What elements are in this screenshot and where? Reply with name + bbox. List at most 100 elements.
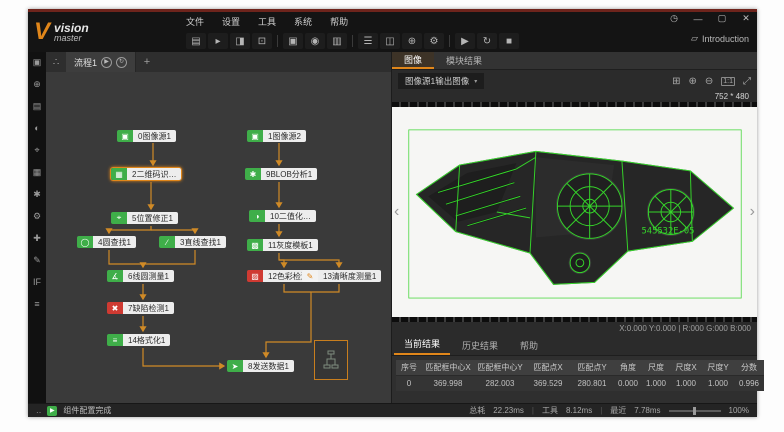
total-time-value: 22.23ms [493,406,524,415]
zoom-slider-thumb[interactable] [693,407,696,415]
node-label: 4圆查找1 [93,236,136,248]
deep-learning-icon[interactable]: ✱ [31,188,44,201]
flow-node-template[interactable]: ▩ 11灰度模板1 [246,238,319,252]
node-label: 11灰度模板1 [263,239,318,251]
minimap-flow-icon [323,350,339,370]
cell-scale: 1.000 [642,375,670,391]
flow-node-circle-find[interactable]: ◯ 4圆查找1 [76,235,137,249]
data-queue-icon[interactable]: ▥ [327,33,347,49]
save-icon[interactable]: ▤ [186,33,206,49]
defect-check-icon: ✖ [107,302,123,314]
flow-node-format[interactable]: ≡ 14格式化1 [106,333,171,347]
tool-category-sidebar: ▣ ⊕ ▤ ◐ ⌖ ▦ ✱ ⚙ ✚ ✎ IF ≡ [28,52,46,403]
flow-canvas[interactable]: ▣ 0图像源1 ▣ 1图像源2 ▦ 2二维码识… ✱ 9BLOB分析1 ⌖ [46,72,391,403]
cell-score: 0.996 [734,375,764,391]
col-scale-x: 尺度X [670,360,702,375]
run-once-icon[interactable]: ▶ [455,33,475,49]
inspected-part-image: 545532E-05 [399,113,751,311]
continuous-run-icon[interactable]: ↻ [477,33,497,49]
col-scale-y: 尺度Y [702,360,734,375]
restore-button[interactable]: ▢ [715,13,729,24]
zoom-out-icon[interactable]: ⊖ [705,76,713,87]
window-icon[interactable]: ▣ [283,33,303,49]
introduction-button[interactable]: ▱ Introduction [691,33,749,44]
menu-file[interactable]: 文件 [186,15,204,28]
minimap-widget[interactable] [314,340,348,380]
communication-tool-icon[interactable]: ≡ [31,298,44,311]
flow-node-position-fix[interactable]: ⌖ 5位置修正1 [110,211,179,225]
tab-image[interactable]: 图像 [392,52,434,69]
flow-node-line-find[interactable]: ∕ 3直线查找1 [158,235,227,249]
one-to-one-icon[interactable]: 1:1 [721,77,735,86]
flow-node-image-source-1[interactable]: ▣ 0图像源1 [116,129,177,143]
continuous-flow-icon[interactable]: ↻ [116,57,127,68]
layout-icon[interactable]: ⊡ [252,33,272,49]
previous-image-arrow[interactable]: ‹ [394,203,399,221]
cell-match-box-center-y: 282.003 [474,375,526,391]
tab-module-result[interactable]: 模块结果 [434,52,494,69]
logic-icon[interactable]: IF [31,276,44,289]
cell-scale-y: 1.000 [702,375,734,391]
image-source-icon: ▣ [117,130,133,142]
save-as-icon[interactable]: ◨ [230,33,250,49]
flow-node-line-circle-measure[interactable]: ∡ 6线圆测量1 [106,269,175,283]
node-label: 13清晰度测量1 [318,270,381,282]
color-icon[interactable]: ◐ [31,122,44,135]
flow-node-binarize[interactable]: ◑ 10二值化… [248,209,317,223]
main-area: ▣ ⊕ ▤ ◐ ⌖ ▦ ✱ ⚙ ✚ ✎ IF ≡ ∴ 流程1 ▶ ↻ + [28,52,757,403]
table-row[interactable]: 0 369.998 282.003 369.529 280.801 0.000 … [396,375,764,391]
flow-node-image-source-2[interactable]: ▣ 1图像源2 [246,129,307,143]
alignment-icon[interactable]: ✚ [31,232,44,245]
add-flow-tab-button[interactable]: + [136,56,158,68]
flow-node-sharpness[interactable]: ✎ 13清晰度测量1 [301,269,382,283]
flow-node-send-data[interactable]: ➤ 8发送数据1 [226,359,295,373]
fullscreen-icon[interactable]: ⤢ [743,76,751,87]
menu-tools[interactable]: 工具 [258,15,276,28]
fit-icon[interactable]: ⊞ [672,76,680,87]
image-viewer-stage[interactable]: ‹ › [392,107,757,317]
global-script-icon[interactable]: ⚙ [424,33,444,49]
next-image-arrow[interactable]: › [750,203,755,221]
status-bar: ‥ ▶ 组件配置完成 总耗 22.23ms | 工具 8.12ms | 最近 7… [28,403,757,417]
communication-icon[interactable]: ◫ [380,33,400,49]
menu-system[interactable]: 系统 [294,15,312,28]
flow-list-icon[interactable]: ∴ [46,57,66,68]
close-button[interactable]: ✕ [739,13,753,24]
tab-history-result[interactable]: 历史结果 [452,336,508,355]
camera-icon[interactable]: ◉ [305,33,325,49]
menu-settings[interactable]: 设置 [222,15,240,28]
tab-help[interactable]: 帮助 [510,336,548,355]
measurement-icon[interactable]: ⌖ [31,144,44,157]
minimize-button[interactable]: — [691,14,705,24]
zoom-slider[interactable] [669,410,721,412]
main-toolbar: ▤ ▸ ◨ ⊡ ▣ ◉ ▥ ☰ ◫ ⊕ ⚙ ▶ ↻ ■ [186,30,757,52]
stop-icon[interactable]: ■ [499,33,519,49]
acquisition-icon[interactable]: ▣ [31,56,44,69]
result-table: 序号 匹配框中心X 匹配框中心Y 匹配点X 匹配点Y 角度 尺度 尺度X 尺度Y… [396,360,764,391]
zoom-in-icon[interactable]: ⊕ [688,76,696,87]
flow-node-blob[interactable]: ✱ 9BLOB分析1 [244,167,318,181]
module-list-icon[interactable]: ☰ [358,33,378,49]
help-icon[interactable]: ◷ [667,13,681,24]
defect-icon[interactable]: ✎ [31,254,44,267]
image-source-dropdown[interactable]: 图像源1输出图像 ▾ [398,73,484,89]
flow-node-qrcode[interactable]: ▦ 2二维码识… [110,167,182,181]
qrcode-icon: ▦ [111,168,127,180]
menu-help[interactable]: 帮助 [330,15,348,28]
global-variable-icon[interactable]: ⊕ [402,33,422,49]
collapse-grip-icon[interactable]: ‥ [36,406,41,415]
recognition-icon[interactable]: ▦ [31,166,44,179]
flow-node-defect-check[interactable]: ✖ 7缺陷检测1 [106,301,175,315]
node-label: 9BLOB分析1 [261,168,317,180]
run-flow-icon[interactable]: ▶ [101,57,112,68]
window-controls: ◷ — ▢ ✕ [667,13,753,24]
flow-tab-process1[interactable]: 流程1 ▶ ↻ [66,52,136,72]
metric-divider: | [532,406,534,415]
image-processing-icon[interactable]: ▤ [31,100,44,113]
tab-current-result[interactable]: 当前结果 [394,334,450,355]
pixel-info-row: X:0.000 Y:0.000 | R:000 G:000 B:000 [392,322,757,334]
open-icon[interactable]: ▸ [208,33,228,49]
sharpness-icon: ✎ [302,270,318,282]
calibration-icon[interactable]: ⚙ [31,210,44,223]
location-icon[interactable]: ⊕ [31,78,44,91]
